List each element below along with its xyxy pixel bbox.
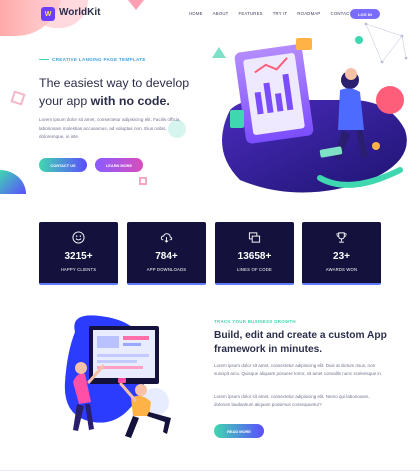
stat-card-awards-won: 23+ AWARDS WON xyxy=(302,222,381,285)
trophy-icon xyxy=(336,232,347,243)
hero-title-line2-bold: with no code. xyxy=(90,94,170,108)
stat-label: AWARDS WON xyxy=(325,267,358,272)
decorative-leaf xyxy=(0,170,26,194)
stat-value: 13658+ xyxy=(237,251,272,262)
stat-label: LINES OF CODE xyxy=(237,267,272,272)
about-paragraph: Lorem ipsum dolor sit amet, consectetur … xyxy=(214,363,383,376)
read-more-button[interactable]: READ MORE xyxy=(214,424,264,438)
hero-description: Lorem ipsum dolor sit amet, consectetur … xyxy=(39,117,181,140)
learn-more-button[interactable]: LEARN MORE xyxy=(95,158,143,172)
hero-title-line1: The easiest way to develop xyxy=(39,76,190,90)
nav-item-about[interactable]: ABOUT xyxy=(213,11,229,16)
decorative-square xyxy=(139,177,147,185)
hero-tagline: CREATIVE LANDING PAGE TEMPLATE xyxy=(39,57,146,62)
nav-item-try-it[interactable]: TRY IT xyxy=(273,11,288,16)
code-windows-icon xyxy=(248,232,261,243)
nav-item-roadmap[interactable]: ROADMAP xyxy=(297,11,320,16)
about-tagline: TRACK YOUR BUSINESS GROWTH xyxy=(214,319,296,324)
site-header: W WorldKit HOME ABOUT FEATURES TRY IT RO… xyxy=(0,0,420,28)
contact-us-button[interactable]: CONTACT US xyxy=(39,158,87,172)
smile-icon xyxy=(72,231,85,244)
logo-icon[interactable]: W xyxy=(41,7,55,21)
stats-section: 3215+ HAPPY CLIENTS 784+ APP DOWNLOADS 1… xyxy=(39,222,381,285)
decorative-square xyxy=(10,90,26,106)
stat-card-lines-of-code: 13658+ LINES OF CODE xyxy=(215,222,294,285)
login-button[interactable]: LOG IN xyxy=(350,9,380,19)
stat-value: 784+ xyxy=(155,251,178,262)
cloud-download-icon xyxy=(160,233,173,243)
about-title: Build, edit and create a custom App fram… xyxy=(214,330,387,355)
main-nav: HOME ABOUT FEATURES TRY IT ROADMAP CONTA… xyxy=(189,11,362,16)
nav-item-home[interactable]: HOME xyxy=(189,11,203,16)
logo-mark: W xyxy=(44,10,52,18)
tagline-bar xyxy=(39,58,49,61)
hero-title-line2-prefix: your app xyxy=(39,94,91,108)
about-paragraph: Lorem ipsum dolor sit amet, consectetur … xyxy=(214,394,370,407)
stat-label: HAPPY CLIENTS xyxy=(60,267,97,272)
stat-card-happy-clients: 3215+ HAPPY CLIENTS xyxy=(39,222,118,285)
hero-tagline-text: CREATIVE LANDING PAGE TEMPLATE xyxy=(52,57,146,62)
stat-label: APP DOWNLOADS xyxy=(146,267,187,272)
hero-title: The easiest way to develop your app with… xyxy=(39,74,209,110)
about-illustration xyxy=(64,315,171,438)
stat-card-app-downloads: 784+ APP DOWNLOADS xyxy=(127,222,206,285)
logo-text[interactable]: WorldKit xyxy=(59,7,100,18)
nav-item-features[interactable]: FEATURES xyxy=(239,11,263,16)
hero-illustration xyxy=(222,38,407,193)
stat-value: 3215+ xyxy=(64,251,93,262)
section-divider xyxy=(0,470,420,471)
stat-value: 23+ xyxy=(333,251,350,262)
